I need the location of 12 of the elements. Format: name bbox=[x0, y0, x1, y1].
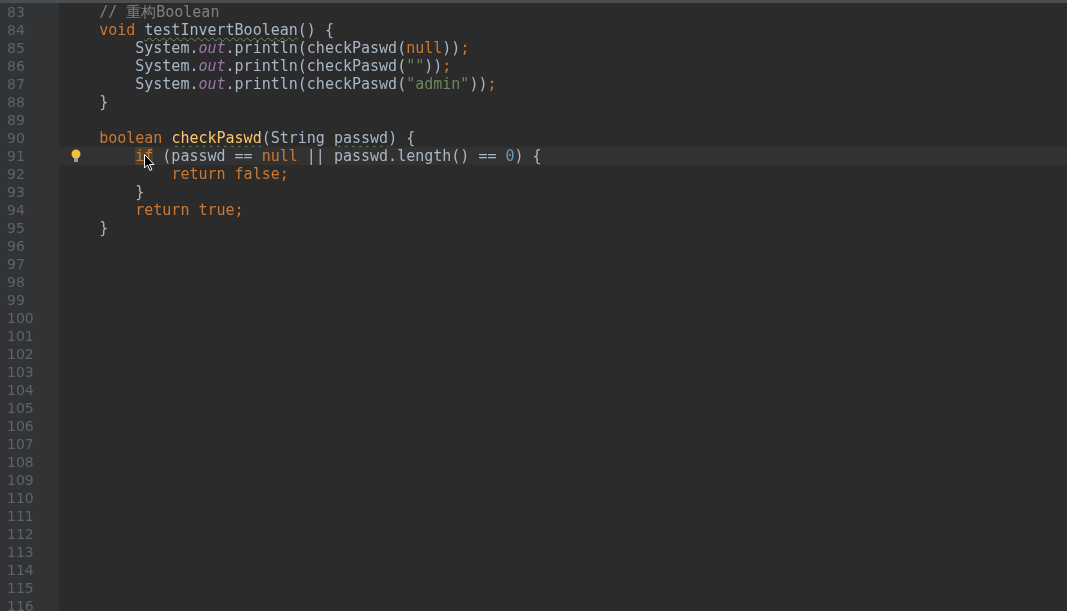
code-line: void testInvertBoolean() { bbox=[98, 21, 334, 39]
code-line: return true; bbox=[134, 201, 244, 219]
code-line: boolean checkPaswd(String passwd) { bbox=[98, 129, 416, 147]
code-line: // 重构Boolean bbox=[98, 3, 220, 21]
code-line: System.out.println(checkPaswd("admin")); bbox=[134, 75, 497, 93]
code-line: return false; bbox=[170, 165, 289, 183]
code-line: System.out.println(checkPaswd("")); bbox=[134, 57, 452, 75]
lightbulb-icon[interactable] bbox=[71, 149, 81, 163]
code-line: } bbox=[98, 93, 109, 111]
code-line: System.out.println(checkPaswd(null)); bbox=[134, 39, 470, 57]
code-line: } bbox=[98, 219, 109, 237]
code-line: } bbox=[134, 183, 145, 201]
